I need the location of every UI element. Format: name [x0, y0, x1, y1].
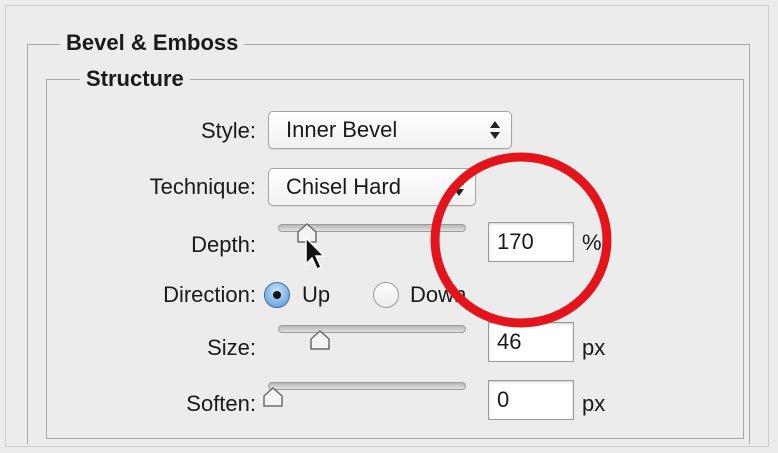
depth-unit: %: [582, 230, 602, 255]
technique-label: Technique:: [149, 174, 256, 199]
section-title: Structure: [80, 67, 190, 91]
soften-input[interactable]: 0: [488, 380, 574, 420]
direction-up-radio[interactable]: [264, 282, 290, 308]
depth-input[interactable]: 170: [488, 222, 574, 262]
direction-down-radio[interactable]: [373, 282, 399, 308]
technique-popup[interactable]: Chisel Hard: [268, 168, 476, 206]
soften-slider-track[interactable]: [268, 382, 466, 390]
size-unit: px: [582, 335, 606, 360]
up-down-arrows-icon: [454, 178, 464, 196]
style-value: Inner Bevel: [286, 117, 398, 142]
style-popup[interactable]: Inner Bevel: [268, 111, 512, 149]
soften-label: Soften:: [186, 391, 256, 416]
technique-value: Chisel Hard: [286, 174, 401, 199]
style-label: Style:: [200, 118, 256, 143]
soften-slider-thumb[interactable]: [262, 386, 284, 410]
direction-up-label[interactable]: Up: [302, 282, 330, 308]
depth-label: Depth:: [191, 232, 256, 257]
up-down-arrows-icon: [490, 121, 500, 139]
direction-down-label[interactable]: Down: [410, 282, 466, 308]
size-slider-track[interactable]: [278, 325, 466, 333]
size-input[interactable]: 46: [488, 322, 574, 362]
soften-unit: px: [582, 391, 606, 416]
mouse-pointer-icon: [305, 236, 326, 271]
direction-label: Direction:: [163, 282, 256, 307]
group-title: Bevel & Emboss: [60, 31, 245, 55]
size-slider-thumb[interactable]: [309, 329, 331, 353]
size-label: Size:: [207, 335, 256, 360]
